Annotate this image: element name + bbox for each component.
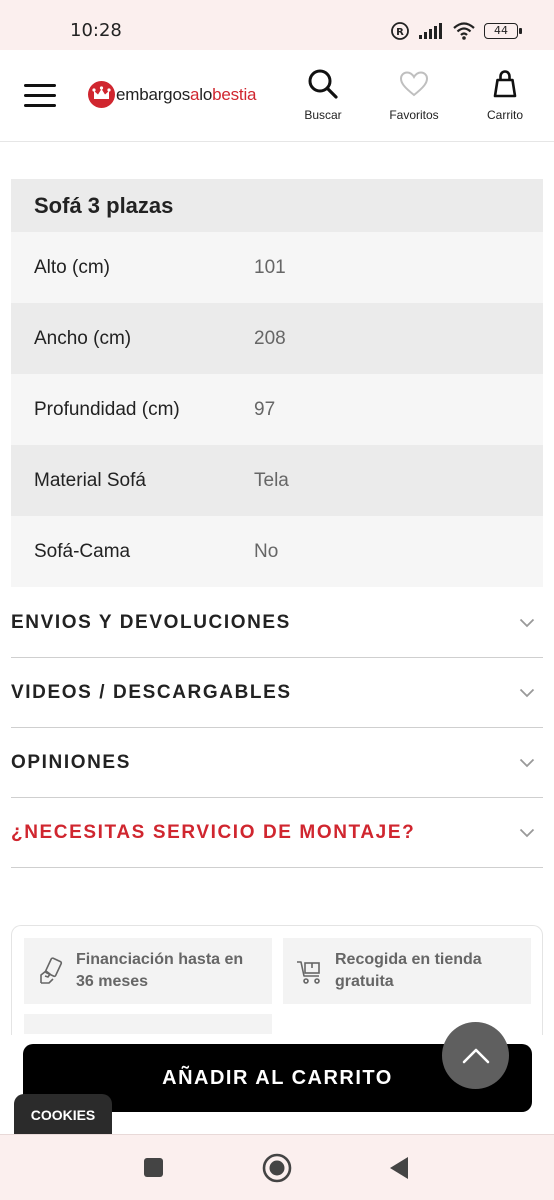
accordion-shipping-returns[interactable]: ENVIOS Y DEVOLUCIONES — [11, 588, 543, 658]
accordion-label: OPINIONES — [11, 751, 131, 773]
search-label: Buscar — [304, 108, 342, 122]
logo-text: embargosalobestia — [116, 84, 257, 104]
accordion-label: ENVIOS Y DEVOLUCIONES — [11, 611, 291, 633]
logo[interactable]: embargosalobestia — [88, 81, 256, 108]
recent-apps-button[interactable] — [143, 1157, 164, 1182]
benefit-text: Financiación hasta en 36 meses — [76, 951, 244, 990]
spec-key: Profundidad (cm) — [34, 398, 180, 420]
square-icon — [144, 1158, 163, 1177]
benefit-financing: Financiación hasta en 36 meses — [24, 938, 272, 1004]
specs-table: Sofá 3 plazas Alto (cm) 101 Ancho (cm) 2… — [11, 179, 543, 587]
system-nav-bar — [0, 1134, 554, 1200]
logo-crown-icon — [88, 81, 115, 108]
chevron-down-icon — [519, 758, 535, 767]
cart-label: Carrito — [486, 108, 523, 122]
cart-pickup-icon — [297, 961, 320, 984]
chevron-down-icon — [519, 828, 535, 837]
spec-row: Material Sofá Tela — [11, 445, 543, 516]
scroll-to-top-button[interactable] — [442, 1022, 509, 1089]
benefit-store-pickup: Recogida en tienda gratuita — [283, 938, 531, 1004]
signal-icon — [419, 23, 442, 39]
shopping-bag-icon — [493, 70, 517, 98]
back-triangle-icon — [390, 1157, 408, 1179]
chevron-up-icon — [462, 1048, 489, 1063]
accordion-assembly-service[interactable]: ¿NECESITAS SERVICIO DE MONTAJE? — [11, 798, 543, 868]
chevron-down-icon — [519, 618, 535, 627]
accordion-videos-downloads[interactable]: VIDEOS / DESCARGABLES — [11, 658, 543, 728]
spec-row: Sofá-Cama No — [11, 516, 543, 587]
status-icons: R 44 — [390, 20, 522, 42]
specs-title: Sofá 3 plazas — [11, 179, 543, 232]
back-button[interactable] — [388, 1155, 410, 1185]
spec-row: Alto (cm) 101 — [11, 232, 543, 303]
heart-icon — [399, 71, 429, 97]
wifi-icon — [453, 22, 475, 40]
battery-indicator: 44 — [484, 23, 522, 39]
favorites-label: Favoritos — [389, 108, 439, 122]
spec-key: Ancho (cm) — [34, 327, 132, 349]
home-circle-icon — [262, 1153, 292, 1183]
spec-key: Material Sofá — [34, 469, 146, 491]
benefits-card: Financiación hasta en 36 meses Recogida e… — [11, 925, 543, 1035]
spec-value: 97 — [254, 398, 276, 420]
spec-value: No — [254, 540, 279, 562]
info-accordion: ENVIOS Y DEVOLUCIONES VIDEOS / DESCARGAB… — [11, 588, 543, 868]
cart-button[interactable]: Carrito — [465, 68, 545, 122]
spec-key: Sofá-Cama — [34, 540, 131, 562]
status-bar: 10:28 R 44 — [0, 0, 554, 50]
spec-value: Tela — [254, 469, 289, 491]
benefit-partial — [24, 1014, 272, 1034]
chevron-down-icon — [519, 688, 535, 697]
status-time: 10:28 — [70, 20, 122, 41]
search-icon — [308, 69, 338, 99]
accordion-label: VIDEOS / DESCARGABLES — [11, 681, 292, 703]
registered-icon: R — [391, 22, 409, 40]
spec-value: 101 — [254, 256, 286, 278]
spec-row: Ancho (cm) 208 — [11, 303, 543, 374]
spec-key: Alto (cm) — [34, 256, 110, 278]
cookies-button[interactable]: COOKIES — [14, 1094, 112, 1136]
site-header: embargosalobestia Buscar Favoritos Carri… — [0, 50, 554, 142]
home-button[interactable] — [262, 1153, 292, 1187]
accordion-reviews[interactable]: OPINIONES — [11, 728, 543, 798]
benefit-text: Recogida en tienda gratuita — [335, 951, 482, 990]
spec-value: 208 — [254, 327, 286, 349]
menu-icon[interactable] — [24, 84, 56, 108]
spec-row: Profundidad (cm) 97 — [11, 374, 543, 445]
accordion-label: ¿NECESITAS SERVICIO DE MONTAJE? — [11, 821, 416, 843]
favorites-button[interactable]: Favoritos — [374, 68, 454, 122]
search-button[interactable]: Buscar — [283, 68, 363, 122]
svg-text:R: R — [396, 27, 404, 38]
hand-money-icon — [40, 957, 63, 984]
